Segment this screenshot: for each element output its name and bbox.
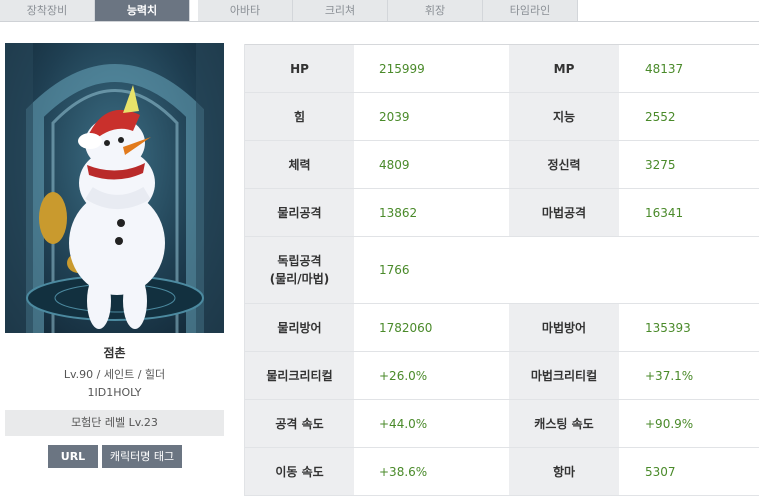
stat-row: 독립공격 (물리/마법) 1766	[245, 237, 759, 304]
tab-bar: 장착장비 능력치 아바타 크리쳐 휘장 타임라인	[0, 0, 759, 22]
stat-label: 힘	[245, 93, 354, 140]
stat-row: 공격 속도 +44.0% 캐스팅 속도 +90.9%	[245, 400, 759, 448]
stat-label-empty	[509, 237, 619, 303]
stat-label: HP	[245, 45, 354, 92]
stat-value: +90.9%	[645, 416, 694, 431]
stat-label: 항마	[509, 448, 619, 495]
stat-label: 이동 속도	[245, 448, 354, 495]
stat-value: 5307	[645, 464, 676, 479]
stat-value-empty	[619, 237, 759, 303]
stat-value: 135393	[645, 320, 691, 335]
stat-label: 지능	[509, 93, 619, 140]
tab-emblem[interactable]: 휘장	[388, 0, 483, 22]
stat-value: 215999	[379, 61, 425, 76]
stat-label: 독립공격 (물리/마법)	[245, 237, 354, 303]
character-name: 점촌	[103, 346, 126, 360]
character-guild: 1ID1HOLY	[87, 386, 142, 399]
stat-value: 2039	[379, 109, 410, 124]
stat-label: 마법방어	[509, 304, 619, 351]
tab-timeline[interactable]: 타임라인	[483, 0, 578, 22]
stat-row: 물리크리티컬 +26.0% 마법크리티컬 +37.1%	[245, 352, 759, 400]
stat-label: 캐스팅 속도	[509, 400, 619, 447]
stat-value: +37.1%	[645, 368, 694, 383]
tab-stats[interactable]: 능력치	[95, 0, 190, 22]
stat-label: 공격 속도	[245, 400, 354, 447]
stat-label: 체력	[245, 141, 354, 188]
stat-value: 2552	[645, 109, 676, 124]
stat-row: 힘 2039 지능 2552	[245, 93, 759, 141]
stat-value: 4809	[379, 157, 410, 172]
stat-value: +38.6%	[379, 464, 428, 479]
stat-label: 정신력	[509, 141, 619, 188]
stat-row: 이동 속도 +38.6% 항마 5307	[245, 448, 759, 496]
stat-value: 48137	[645, 61, 684, 76]
stat-label: 마법크리티컬	[509, 352, 619, 399]
stat-value: 1782060	[379, 320, 433, 335]
stat-label: 물리공격	[245, 189, 354, 236]
stat-label: 물리방어	[245, 304, 354, 351]
stat-label: 마법공격	[509, 189, 619, 236]
character-tag-button[interactable]: 캐릭터명 태그	[102, 445, 182, 468]
stat-value: 3275	[645, 157, 676, 172]
stat-label: 물리크리티컬	[245, 352, 354, 399]
stat-value: 16341	[645, 205, 684, 220]
adventure-level: 모험단 레벨 Lv.23	[5, 410, 224, 436]
stat-value: 13862	[379, 205, 418, 220]
stat-label: MP	[509, 45, 619, 92]
tab-creature[interactable]: 크리쳐	[293, 0, 388, 22]
stat-value: 1766	[379, 263, 410, 277]
tab-avatar[interactable]: 아바타	[198, 0, 293, 22]
stat-row: 물리방어 1782060 마법방어 135393	[245, 304, 759, 352]
stat-value: +44.0%	[379, 416, 428, 431]
tab-equipment[interactable]: 장착장비	[0, 0, 95, 22]
character-level-class: Lv.90 / 세인트 / 힐더	[63, 368, 166, 381]
stat-value: +26.0%	[379, 368, 428, 383]
stats-table: HP 215999 MP 48137 힘 2039 지능 2552 체력 480…	[245, 44, 759, 496]
stat-row: 체력 4809 정신력 3275	[245, 141, 759, 189]
snowman-character-image	[5, 43, 224, 333]
stat-row: HP 215999 MP 48137	[245, 45, 759, 93]
stat-row: 물리공격 13862 마법공격 16341	[245, 189, 759, 237]
url-button[interactable]: URL	[48, 445, 98, 468]
character-portrait	[5, 43, 224, 333]
